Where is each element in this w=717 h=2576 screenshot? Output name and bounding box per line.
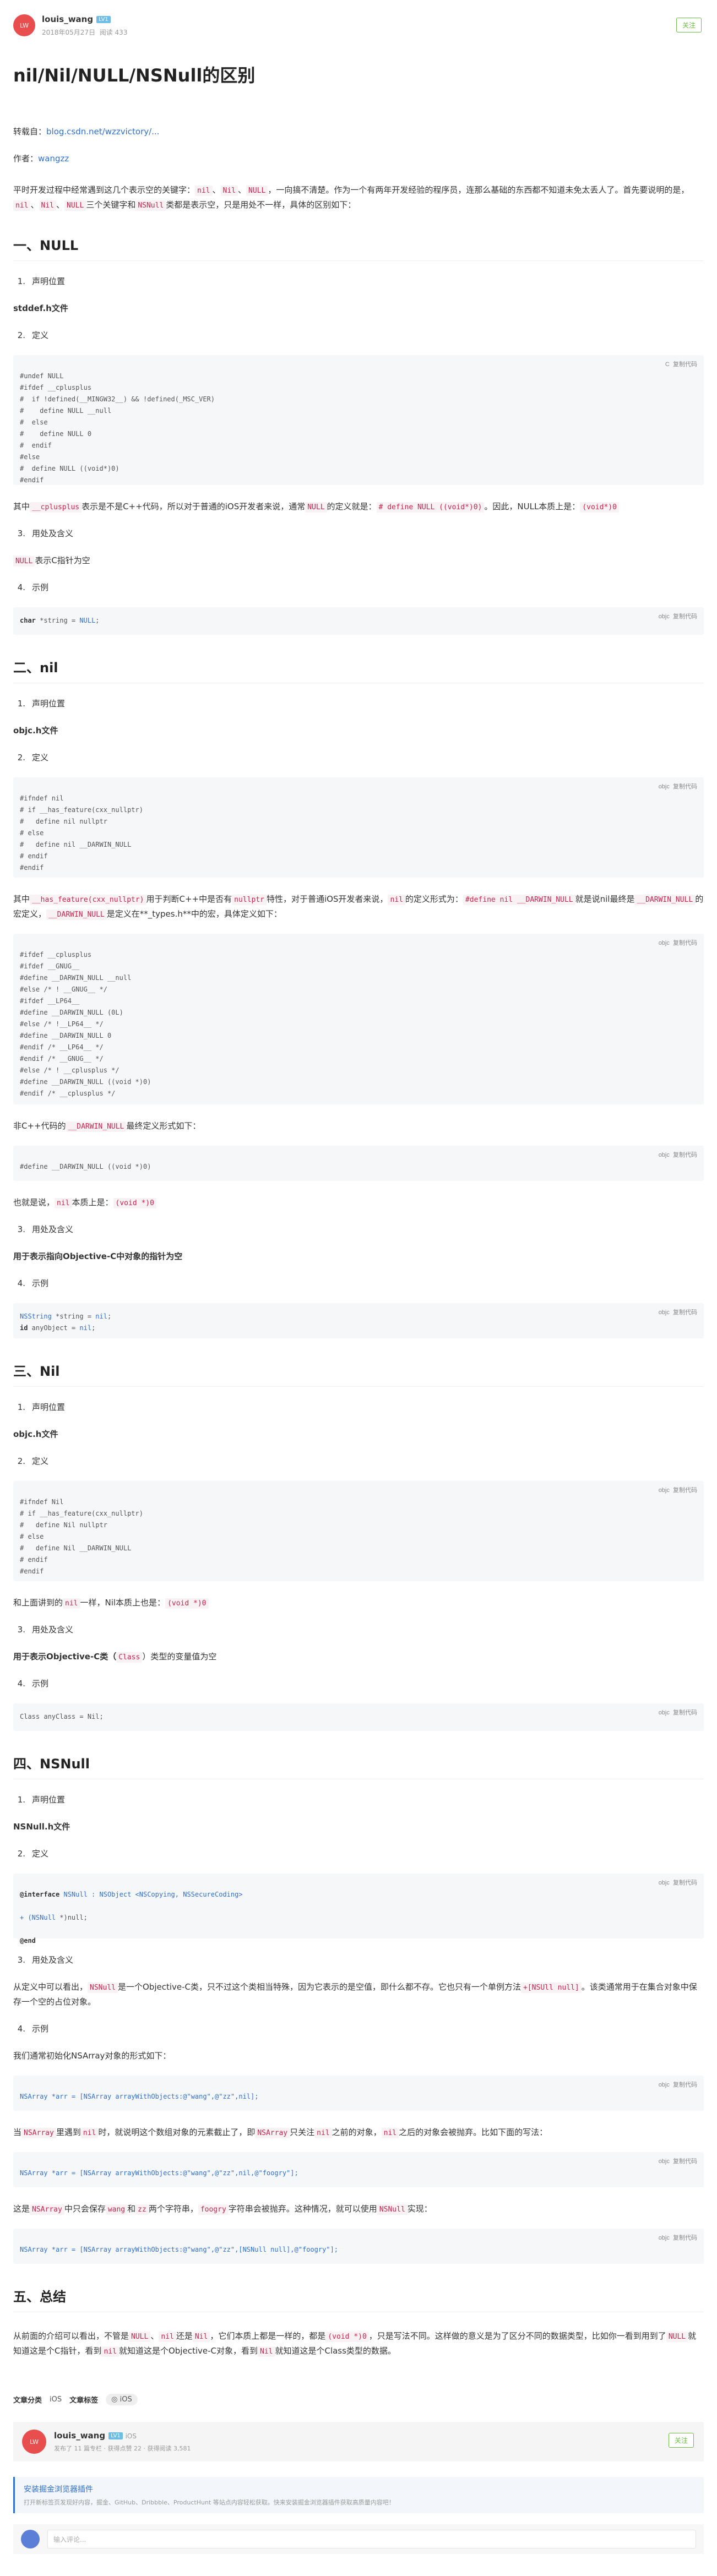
code-text: #ifdef __cplusplus #ifdef __GNUG__ #defi… <box>20 951 151 1097</box>
heading-Nil: 三、Nil <box>13 1360 704 1387</box>
code-text: @interface NSNull : NSObject <NSCopying,… <box>20 1891 243 1945</box>
heading-summary: 五、总结 <box>13 2286 704 2312</box>
copy-code-button[interactable]: 复制代码 <box>673 1309 697 1316</box>
reprint-line: 转载自：blog.csdn.net/wzzvictory/... <box>13 127 160 137</box>
copy-code-button[interactable]: 复制代码 <box>673 1709 697 1716</box>
promo-desc: 打开新标签页发现好内容，掘金、GitHub、Dribbble、ProductHu… <box>24 2499 395 2506</box>
code-text: NSArray *arr = [NSArray arrayWithObjects… <box>20 2246 338 2253</box>
code-block: objc 复制代码 NSString *string = nil; id any… <box>13 1303 704 1338</box>
code-text: #define __DARWIN_NULL ((void *)0) <box>20 1163 151 1170</box>
author-card-name[interactable]: louis_wang <box>54 2431 105 2441</box>
code-text: NSArray *arr = [NSArray arrayWithObjects… <box>20 2093 259 2100</box>
author-name[interactable]: louis_wang <box>42 14 93 24</box>
summary-paragraph: 从前面的介绍可以看出，不管是 NULL、 nil 还是 Nil ，它们本质上都是一样的，都… <box>13 2331 697 2357</box>
copy-code-button[interactable]: 复制代码 <box>673 2158 697 2165</box>
code-text: NSString *string = nil; id anyObject = n… <box>20 1312 112 1332</box>
code-text: Class anyClass = Nil; <box>20 1713 104 1720</box>
extension-promo[interactable]: 安装掘金浏览器插件 打开新标签页发现好内容，掘金、GitHub、Dribbble… <box>13 2477 704 2513</box>
view-count: 阅读 433 <box>99 28 128 36</box>
promo-title[interactable]: 安装掘金浏览器插件 <box>24 2484 695 2495</box>
copy-code-button[interactable]: 复制代码 <box>673 783 697 790</box>
author-level-badge: LV1 <box>96 15 111 23</box>
copy-code-button[interactable]: 复制代码 <box>673 1152 697 1158</box>
code-block: C 复制代码 #undef NULL #ifdef __cplusplus # … <box>13 355 704 485</box>
code-block: objc 复制代码 NSArray *arr = [NSArray arrayW… <box>13 2076 704 2111</box>
author-link[interactable]: wangzz <box>38 154 69 164</box>
code-block: objc 复制代码 #ifdef __cplusplus #ifdef __GN… <box>13 934 704 1104</box>
code-text: NSArray *arr = [NSArray arrayWithObjects… <box>20 2169 298 2177</box>
code-block: objc 复制代码 NSArray *arr = [NSArray arrayW… <box>13 2152 704 2187</box>
null-explain: 其中 __cplusplus 表示是不是C++代码，所以对于普通的iOS开发者来说，… <box>13 499 704 514</box>
code-block: objc 复制代码 #ifndef nil # if __has_feature… <box>13 777 704 878</box>
code-text: #ifndef Nil # if __has_feature(cxx_nullp… <box>20 1498 143 1575</box>
code-block: objc 复制代码 #define __DARWIN_NULL ((void *… <box>13 1146 704 1181</box>
publish-date: 2018年05月27日 <box>42 28 96 36</box>
user-avatar <box>21 2530 40 2548</box>
code-text: #ifndef nil # if __has_feature(cxx_nullp… <box>20 794 143 872</box>
code-block: objc 复制代码 NSArray *arr = [NSArray arrayW… <box>13 2229 704 2264</box>
comment-input[interactable]: 输入评论... <box>47 2530 696 2548</box>
copy-code-button[interactable]: 复制代码 <box>673 2082 697 2088</box>
heading-nsnull: 四、NSNull <box>13 1753 704 1779</box>
copy-code-button[interactable]: 复制代码 <box>673 361 697 368</box>
author-avatar[interactable]: LW <box>13 14 35 36</box>
reprint-link[interactable]: blog.csdn.net/wzzvictory/... <box>46 127 159 137</box>
code-text: #undef NULL #ifdef __cplusplus # if !def… <box>20 372 215 484</box>
code-block: objc 复制代码 #ifndef Nil # if __has_feature… <box>13 1481 704 1581</box>
author-card-avatar[interactable]: LW <box>22 2430 46 2454</box>
article-tag[interactable]: ◎ iOS <box>106 2394 138 2405</box>
author-card-follow-button[interactable]: 关注 <box>668 2433 694 2448</box>
step-list: 1. 声明位置 <box>17 276 66 286</box>
copy-code-button[interactable]: 复制代码 <box>673 940 697 946</box>
code-block: objc 复制代码 Class anyClass = Nil; <box>13 1703 704 1731</box>
author-card-stats: 发布了 11 篇专栏 · 获得点赞 22 · 获得阅读 3,581 <box>54 2445 191 2452</box>
code-block: objc 复制代码 char *string = NULL; <box>13 607 704 635</box>
copy-code-button[interactable]: 复制代码 <box>673 2235 697 2241</box>
heading-nil: 二、nil <box>13 657 704 683</box>
tag-icon: ◎ <box>111 2395 120 2404</box>
heading-null: 一、NULL <box>13 235 704 261</box>
article-title: nil/Nil/NULL/NSNull的区别 <box>13 65 256 86</box>
copy-code-button[interactable]: 复制代码 <box>673 1487 697 1494</box>
code-block: objc 复制代码 @interface NSNull : NSObject <… <box>13 1874 704 1945</box>
declaration-file: stddef.h文件 <box>13 303 68 313</box>
intro-paragraph: 平时开发过程中经常遇到这几个表示空的关键字： nil、 Nil、 NULL ，一向搞不清… <box>13 185 689 211</box>
author-header: LW louis_wang LV1 2018年05月27日 阅读 433 关注 <box>13 12 704 39</box>
comment-box: 输入评论... <box>13 2524 704 2554</box>
author-line: 作者：wangzz <box>13 154 69 164</box>
code-text: char *string = NULL; <box>20 617 100 624</box>
article-tags: 文章分类 iOS 文章标签 ◎ iOS <box>13 2381 704 2405</box>
article-page: LW louis_wang LV1 2018年05月27日 阅读 433 关注 n… <box>9 0 708 2576</box>
follow-button[interactable]: 关注 <box>676 18 702 32</box>
copy-code-button[interactable]: 复制代码 <box>673 613 697 620</box>
author-card: LW louis_wang LV1 iOS 发布了 11 篇专栏 · 获得点赞 2… <box>13 2422 704 2461</box>
category-tag[interactable]: iOS <box>50 2395 62 2404</box>
copy-code-button[interactable]: 复制代码 <box>673 1880 697 1886</box>
